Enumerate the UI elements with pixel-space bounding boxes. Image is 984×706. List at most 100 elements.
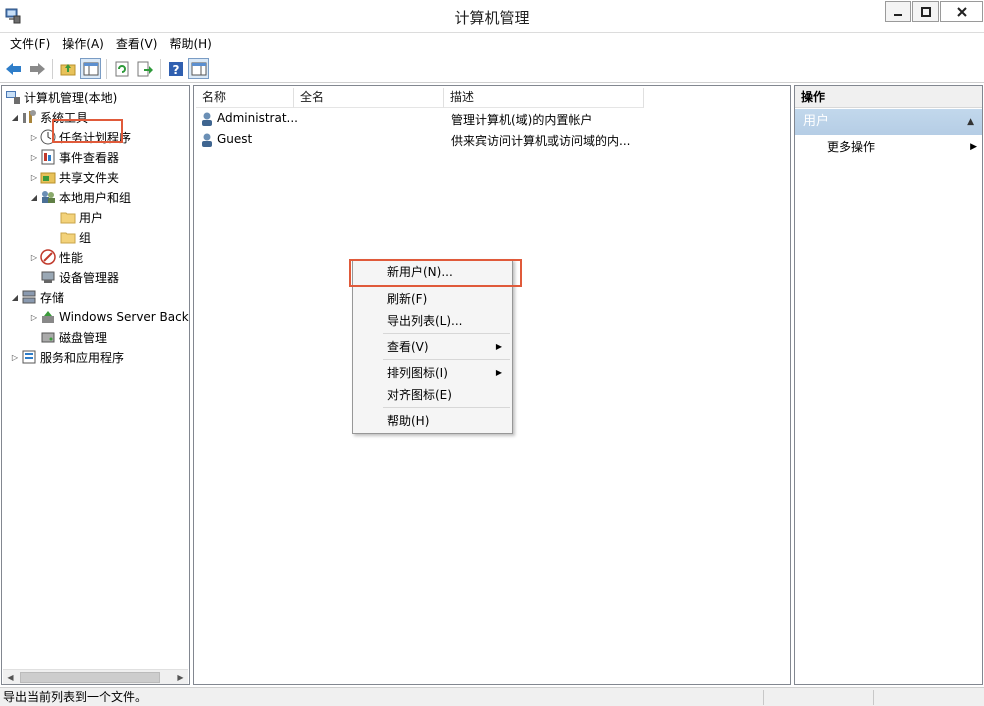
expand-arrow-icon[interactable]: ▷ [28, 313, 40, 322]
ctx-help[interactable]: 帮助(H) [353, 411, 512, 431]
tree-item-users[interactable]: 用户 [60, 207, 103, 227]
folder-icon [60, 212, 76, 224]
actions-group-users[interactable]: 用户 ▲ [795, 109, 982, 135]
forward-button[interactable] [26, 58, 47, 79]
ctx-view[interactable]: 查看(V) ▶ [353, 337, 512, 357]
tree-item-performance[interactable]: ▷ 性能 [28, 247, 83, 267]
tree-label: 共享文件夹 [59, 170, 120, 185]
maximize-button[interactable] [912, 1, 939, 22]
close-button[interactable] [940, 1, 983, 22]
menu-action[interactable]: 操作(A) [56, 34, 110, 54]
tree-item-groups[interactable]: 组 [60, 227, 91, 247]
help-button[interactable]: ? [165, 58, 186, 79]
tree-label: 性能 [59, 250, 84, 265]
tree-label: 组 [79, 230, 92, 245]
expand-arrow-icon[interactable]: ▷ [9, 353, 21, 362]
ctx-export-list[interactable]: 导出列表(L)... [353, 311, 512, 331]
menu-view[interactable]: 查看(V) [110, 34, 164, 54]
show-action-pane-button[interactable] [188, 58, 209, 79]
user-icon [202, 112, 212, 126]
tree-label: 本地用户和组 [59, 190, 132, 205]
collapse-up-icon[interactable]: ▲ [967, 109, 974, 135]
tree-item-backup[interactable]: ▷ Windows Server Back [28, 307, 189, 327]
title-bar: 计算机管理 [0, 0, 984, 33]
tree-item-disk-management[interactable]: 磁盘管理 [40, 327, 107, 347]
menu-separator [383, 407, 510, 408]
tree-item-root[interactable]: 计算机管理(本地) [5, 87, 117, 107]
tree-item-device-manager[interactable]: 设备管理器 [40, 267, 119, 287]
collapse-arrow-icon[interactable]: ◢ [9, 113, 21, 122]
show-hide-tree-button[interactable] [80, 58, 101, 79]
scroll-right-icon[interactable]: ▶ [173, 670, 188, 684]
actions-pane: 操作 用户 ▲ 更多操作 ▶ [794, 85, 983, 685]
tree-label: 用户 [79, 210, 104, 225]
tree-label: 服务和应用程序 [40, 350, 125, 365]
back-button[interactable] [3, 58, 24, 79]
list-item[interactable]: Guest 供来宾访问计算机或访问域的内... [194, 130, 790, 150]
user-description: 供来宾访问计算机或访问域的内... [451, 134, 631, 148]
backup-icon [42, 311, 54, 323]
status-bar: 导出当前列表到一个文件。 [0, 687, 984, 706]
users-groups-icon [42, 191, 55, 203]
user-icon [202, 133, 212, 147]
column-header-fullname[interactable]: 全名 [294, 88, 444, 108]
back-icon [5, 62, 21, 75]
scroll-left-icon[interactable]: ◀ [3, 670, 18, 684]
services-icon [22, 350, 36, 364]
help-icon: ? [168, 61, 183, 77]
list-item[interactable]: Administrat... 管理计算机(域)的内置帐户 [194, 109, 790, 129]
tools-icon [23, 110, 36, 123]
refresh-button[interactable] [111, 58, 132, 79]
expand-arrow-icon[interactable]: ▷ [28, 153, 40, 162]
expand-arrow-icon[interactable]: ▷ [28, 173, 40, 182]
tree-item-storage[interactable]: ◢ 存储 [9, 287, 64, 307]
submenu-arrow-icon: ▶ [970, 142, 977, 152]
tree-item-services[interactable]: ▷ 服务和应用程序 [9, 347, 124, 367]
ctx-align-icons[interactable]: 对齐图标(E) [353, 385, 512, 405]
user-name: Guest [217, 132, 253, 146]
toolbar-separator [52, 58, 53, 79]
storage-icon [22, 290, 36, 304]
folder-icon [60, 232, 76, 244]
highlight-annotation [52, 119, 123, 143]
tree-label: 计算机管理(本地) [24, 90, 118, 105]
horizontal-scrollbar[interactable]: ◀ ▶ [3, 669, 188, 684]
minimize-button[interactable] [885, 1, 911, 22]
ctx-arrange-icons[interactable]: 排列图标(I) ▶ [353, 363, 512, 383]
disk-icon [41, 332, 55, 343]
toolbar: ? [0, 55, 984, 83]
menu-file[interactable]: 文件(F) [4, 34, 56, 54]
column-header-description[interactable]: 描述 [444, 88, 644, 108]
export-icon [137, 61, 153, 76]
scrollbar-thumb[interactable] [20, 672, 160, 683]
ctx-view-label: 查看(V) [387, 340, 429, 354]
status-divider [763, 690, 764, 705]
close-icon [956, 6, 967, 17]
status-text: 导出当前列表到一个文件。 [3, 690, 148, 704]
export-list-button[interactable] [134, 58, 155, 79]
computer-management-icon [6, 91, 20, 104]
tree-item-local-users[interactable]: ◢ 本地用户和组 [28, 187, 131, 207]
collapse-arrow-icon[interactable]: ◢ [28, 193, 40, 202]
menu-help[interactable]: 帮助(H) [163, 34, 217, 54]
ctx-refresh[interactable]: 刷新(F) [353, 289, 512, 309]
device-manager-icon [41, 271, 55, 283]
column-header-name[interactable]: 名称 [196, 88, 294, 108]
submenu-arrow-icon: ▶ [495, 342, 502, 351]
tree-label: 存储 [40, 290, 65, 305]
tree-item-event-viewer[interactable]: ▷ 事件查看器 [28, 147, 119, 167]
toolbar-separator [160, 58, 161, 79]
collapse-arrow-icon[interactable]: ◢ [9, 293, 21, 302]
user-name: Administrat... [217, 111, 298, 125]
tree-label: 设备管理器 [59, 270, 120, 285]
actions-group-label: 用户 [803, 114, 830, 129]
expand-arrow-icon[interactable]: ▷ [28, 133, 40, 142]
up-level-button[interactable] [57, 58, 78, 79]
tree-label: 事件查看器 [59, 150, 120, 165]
tree-item-shared-folders[interactable]: ▷ 共享文件夹 [28, 167, 119, 187]
minimize-icon [894, 13, 902, 16]
up-folder-icon [60, 63, 75, 75]
expand-arrow-icon[interactable]: ▷ [28, 253, 40, 262]
user-description: 管理计算机(域)的内置帐户 [451, 113, 593, 127]
more-actions-item[interactable]: 更多操作 ▶ [827, 138, 977, 156]
